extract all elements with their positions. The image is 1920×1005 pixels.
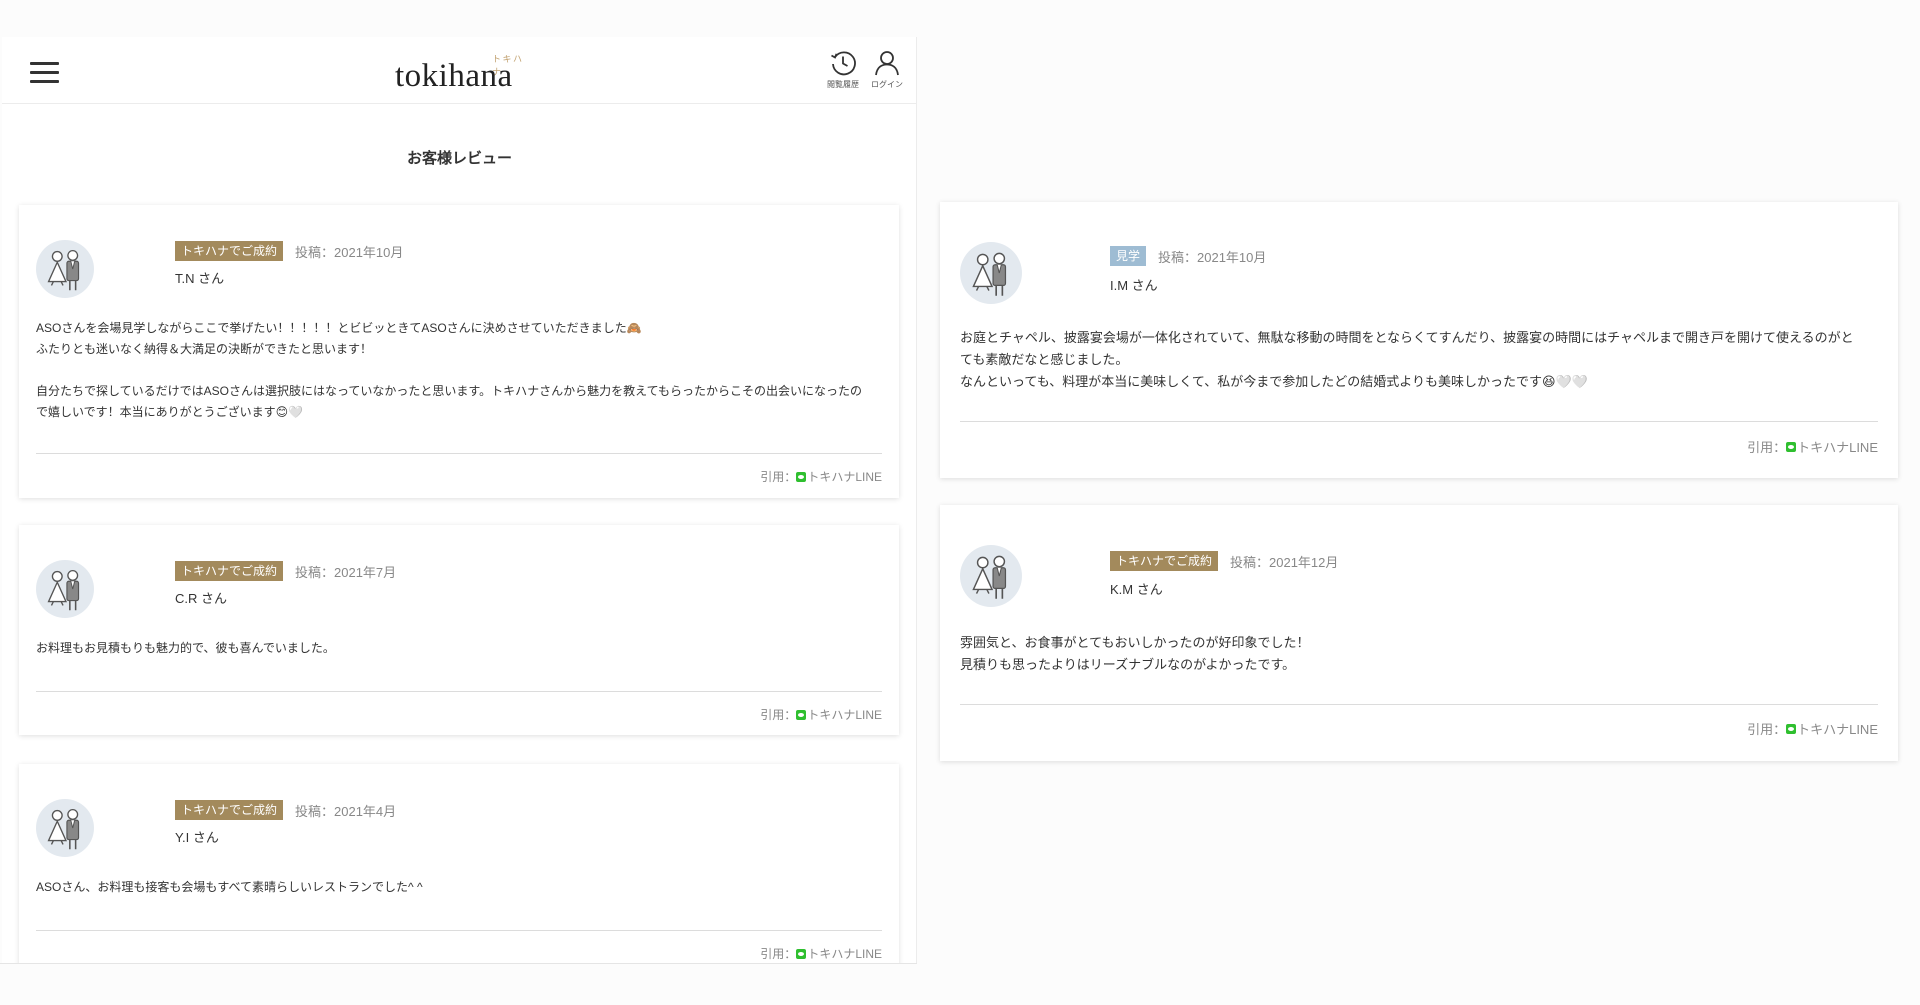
citation: 引用： トキハナLINE xyxy=(1747,719,1878,738)
status-badge: トキハナでご成約 xyxy=(1110,551,1219,571)
citation-prefix: 引用： xyxy=(1747,440,1787,455)
citation-source[interactable]: トキハナLINE xyxy=(807,706,882,723)
clock-history-icon xyxy=(831,51,856,76)
citation-prefix: 引用： xyxy=(1747,722,1787,737)
review-card: トキハナでご成約 投稿：2021年12月 K.M さん 雰囲気と、お食事がとても… xyxy=(940,505,1898,761)
divider xyxy=(36,691,882,692)
author-name: K.M さん xyxy=(1110,582,1163,597)
posted-date: 投稿：2021年10月 xyxy=(1158,249,1267,265)
citation-prefix: 引用： xyxy=(760,708,797,722)
posted-date: 投稿：2021年10月 xyxy=(295,244,404,260)
review-body: お料理もお見積もりも魅力的で、彼も喜んでいました。 xyxy=(36,641,335,655)
review-card: トキハナでご成約 投稿：2021年4月 Y.I さん ASOさん、お料理も接客も… xyxy=(19,764,899,963)
history-label: 閲覧履歴 xyxy=(827,80,859,89)
author-name: Y.I さん xyxy=(175,830,219,845)
line-app-icon xyxy=(796,709,807,720)
citation: 引用： トキハナLINE xyxy=(760,945,882,962)
citation-source[interactable]: トキハナLINE xyxy=(807,468,882,485)
couple-avatar-icon xyxy=(960,545,1022,607)
citation: 引用： トキハナLINE xyxy=(760,706,882,723)
citation-source[interactable]: トキハナLINE xyxy=(1797,719,1878,738)
status-badge: 見学 xyxy=(1110,246,1147,266)
status-badge: トキハナでご成約 xyxy=(175,241,284,261)
citation-prefix: 引用： xyxy=(760,470,797,484)
couple-avatar-icon xyxy=(36,560,94,618)
status-badge: トキハナでご成約 xyxy=(175,561,284,581)
review-card: トキハナでご成約 投稿：2021年10月 T.N さん ASOさんを会場見学しな… xyxy=(19,205,899,498)
citation-source[interactable]: トキハナLINE xyxy=(807,945,882,962)
citation: 引用： トキハナLINE xyxy=(1747,437,1878,456)
posted-date: 投稿：2021年12月 xyxy=(1230,554,1339,570)
review-body: ASOさん、お料理も接客も会場もすべて素晴らしいレストランでした^ ^ xyxy=(36,880,423,894)
citation-source[interactable]: トキハナLINE xyxy=(1797,437,1878,456)
author-name: C.R さん xyxy=(175,591,228,606)
review-body: 雰囲気と、お食事がとてもおいしかったのが好印象でした！ 見積りも思ったよりはリー… xyxy=(960,635,1310,672)
status-badge: トキハナでご成約 xyxy=(175,800,284,820)
history-button[interactable]: 閲覧履歴 xyxy=(823,49,863,95)
author-name: T.N さん xyxy=(175,271,225,286)
review-body: お庭とチャペル、披露宴会場が一体化されていて、無駄な移動の時間をとならくてすんだ… xyxy=(960,330,1854,389)
login-label: ログイン xyxy=(871,80,903,89)
site-header: トキハナ tokihana 閲覧履歴 ログイン xyxy=(2,37,916,104)
citation: 引用： トキハナLINE xyxy=(760,468,882,485)
page: トキハナ tokihana 閲覧履歴 ログイン お客様レビュー トキハナでご成約… xyxy=(0,0,1920,1005)
divider xyxy=(36,453,882,454)
posted-date: 投稿：2021年4月 xyxy=(295,803,397,819)
review-body: ASOさんを会場見学しながらここで挙げたい！！！！！とビビッときてASOさんに決… xyxy=(36,321,862,419)
page-title: お客様レビュー xyxy=(406,150,512,167)
citation-prefix: 引用： xyxy=(760,947,797,961)
author-name: I.M さん xyxy=(1110,278,1158,293)
bottom-rule xyxy=(0,963,917,964)
posted-date: 投稿：2021年7月 xyxy=(295,564,397,580)
line-app-icon xyxy=(796,471,807,482)
divider xyxy=(960,421,1878,422)
user-icon xyxy=(875,51,899,76)
review-card: トキハナでご成約 投稿：2021年7月 C.R さん お料理もお見積もりも魅力的… xyxy=(19,525,899,735)
couple-avatar-icon xyxy=(36,240,94,298)
couple-avatar-icon xyxy=(36,799,94,857)
left-panel: トキハナ tokihana 閲覧履歴 ログイン お客様レビュー トキハナでご成約… xyxy=(2,37,917,963)
review-card: 見学 投稿：2021年10月 I.M さん お庭とチャペル、披露宴会場が一体化さ… xyxy=(940,202,1898,478)
line-app-icon xyxy=(1786,441,1797,452)
login-button[interactable]: ログイン xyxy=(867,49,907,95)
couple-avatar-icon xyxy=(960,242,1022,304)
line-app-icon xyxy=(796,948,807,959)
logo-text: tokihana xyxy=(395,58,513,94)
hamburger-menu-icon[interactable] xyxy=(30,62,59,84)
line-app-icon xyxy=(1786,723,1797,734)
divider xyxy=(960,704,1878,705)
site-logo[interactable]: トキハナ tokihana xyxy=(392,50,532,94)
divider xyxy=(36,930,882,931)
